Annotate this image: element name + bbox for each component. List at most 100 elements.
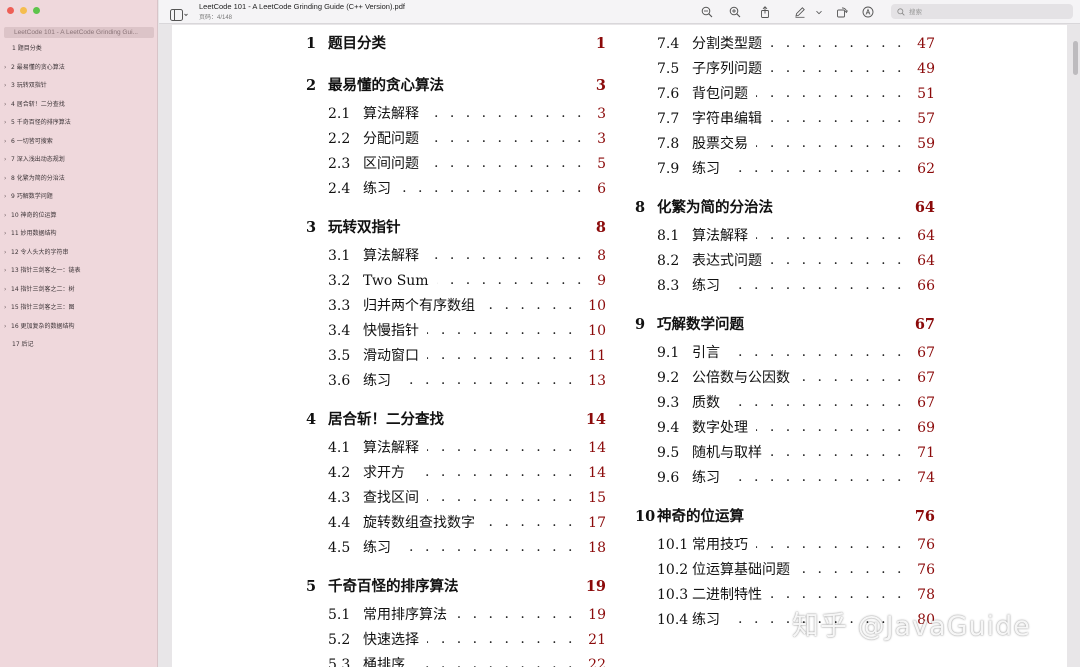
toc-section-entry[interactable]: 4.2 求开方 . . . . . . . . . . . . . . . . . …	[306, 462, 606, 484]
vertical-scrollbar[interactable]	[1073, 41, 1078, 75]
toc-page-link[interactable]: 8	[596, 217, 606, 239]
chevron-right-icon[interactable]: ›	[4, 299, 11, 318]
toc-section-entry[interactable]: 10.2位运算基础问题 . . . . . . . . . . . . . . .…	[635, 559, 935, 581]
toc-section-entry[interactable]: 2.2 分配问题 . . . . . . . . . . . . . . . . .…	[306, 128, 606, 150]
document-viewport[interactable]: 1 题目分类 1 2 最易懂的贪心算法 3 2.1 算法解释 . . . . . . . . .…	[159, 25, 1080, 667]
toc-page-link[interactable]: 10	[588, 295, 606, 317]
toc-section-entry[interactable]: 9.6 练习 . . . . . . . . . . . . . . . . . .…	[635, 467, 935, 489]
chevron-right-icon[interactable]: ›	[4, 133, 11, 152]
toc-section-entry[interactable]: 9.3 质数 . . . . . . . . . . . . . . . . . .…	[635, 392, 935, 414]
toc-section-entry[interactable]: 8.1 算法解释 . . . . . . . . . . . . . . . . .…	[635, 225, 935, 247]
toc-page-link[interactable]: 67	[917, 342, 935, 364]
toc-section-entry[interactable]: 2.1 算法解释 . . . . . . . . . . . . . . . . .…	[306, 103, 606, 125]
toc-section-entry[interactable]: 7.4 分割类型题 . . . . . . . . . . . . . . . . …	[635, 33, 935, 55]
outline-item[interactable]: › 13 指针三剑客之一：链表	[0, 262, 158, 281]
toc-section-entry[interactable]: 9.1 引言 . . . . . . . . . . . . . . . . . .…	[635, 342, 935, 364]
outline-item[interactable]: › 11 妙用数据结构	[0, 225, 158, 244]
outline-item[interactable]: › 10 神奇的位运算	[0, 207, 158, 226]
toc-section-entry[interactable]: 3.6 练习 . . . . . . . . . . . . . . . . . .…	[306, 370, 606, 392]
toc-section-entry[interactable]: 10.3二进制特性 . . . . . . . . . . . . . . . .…	[635, 584, 935, 606]
chevron-right-icon[interactable]: ›	[4, 244, 11, 263]
toc-chapter-entry[interactable]: 9 巧解数学问题 67	[635, 314, 935, 336]
toc-page-link[interactable]: 11	[588, 345, 606, 367]
toc-page-link[interactable]: 6	[597, 178, 606, 200]
toc-chapter-entry[interactable]: 5 千奇百怪的排序算法 19	[306, 576, 606, 598]
outline-item[interactable]: › 2 最易懂的贪心算法	[0, 59, 158, 78]
toc-section-entry[interactable]: 10.1常用技巧 . . . . . . . . . . . . . . . . …	[635, 534, 935, 556]
toc-chapter-entry[interactable]: 1 题目分类 1	[306, 33, 606, 55]
toc-page-link[interactable]: 1	[596, 33, 606, 55]
toc-page-link[interactable]: 3	[597, 128, 606, 150]
toc-chapter-entry[interactable]: 8 化繁为简的分治法 64	[635, 197, 935, 219]
toc-page-link[interactable]: 14	[586, 409, 606, 431]
toc-page-link[interactable]: 3	[597, 103, 606, 125]
markup-circle-icon[interactable]	[861, 5, 875, 19]
toc-chapter-entry[interactable]: 2 最易懂的贪心算法 3	[306, 75, 606, 97]
toc-section-entry[interactable]: 9.2 公倍数与公因数 . . . . . . . . . . . . . . . …	[635, 367, 935, 389]
minimize-window-button[interactable]	[20, 7, 27, 14]
toc-page-link[interactable]: 76	[915, 506, 935, 528]
outline-item[interactable]: ›1 题目分类	[0, 40, 158, 59]
toc-page-link[interactable]: 3	[596, 75, 606, 97]
outline-item[interactable]: › 15 指针三剑客之三：图	[0, 299, 158, 318]
toc-section-entry[interactable]: 7.9 练习 . . . . . . . . . . . . . . . . . .…	[635, 158, 935, 180]
toc-page-link[interactable]: 66	[917, 275, 935, 297]
toc-section-entry[interactable]: 8.2 表达式问题 . . . . . . . . . . . . . . . . …	[635, 250, 935, 272]
toc-page-link[interactable]: 67	[915, 314, 935, 336]
outline-item[interactable]: › 7 深入浅出动态规划	[0, 151, 158, 170]
toc-page-link[interactable]: 67	[917, 367, 935, 389]
maximize-window-button[interactable]	[33, 7, 40, 14]
toc-section-entry[interactable]: 4.1 算法解释 . . . . . . . . . . . . . . . . .…	[306, 437, 606, 459]
chevron-right-icon[interactable]: ›	[4, 262, 11, 281]
outline-item[interactable]: › 12 令人头大的字符串	[0, 244, 158, 263]
toc-page-link[interactable]: 21	[588, 629, 606, 651]
chevron-right-icon[interactable]: ›	[4, 281, 11, 300]
toc-section-entry[interactable]: 7.5 子序列问题 . . . . . . . . . . . . . . . . …	[635, 58, 935, 80]
toc-page-link[interactable]: 18	[588, 537, 606, 559]
zoom-out-icon[interactable]	[700, 5, 714, 19]
toc-section-entry[interactable]: 7.6 背包问题 . . . . . . . . . . . . . . . . .…	[635, 83, 935, 105]
toc-section-entry[interactable]: 4.5 练习 . . . . . . . . . . . . . . . . . .…	[306, 537, 606, 559]
share-icon[interactable]	[758, 5, 772, 19]
toc-section-entry[interactable]: 9.4 数字处理 . . . . . . . . . . . . . . . . .…	[635, 417, 935, 439]
toc-chapter-entry[interactable]: 10 神奇的位运算 76	[635, 506, 935, 528]
toc-section-entry[interactable]: 8.3 练习 . . . . . . . . . . . . . . . . . .…	[635, 275, 935, 297]
toc-section-entry[interactable]: 2.3 区间问题 . . . . . . . . . . . . . . . . .…	[306, 153, 606, 175]
toc-page-link[interactable]: 47	[917, 33, 935, 55]
toc-page-link[interactable]: 19	[588, 604, 606, 626]
toc-section-entry[interactable]: 3.3 归并两个有序数组 . . . . . . . . . . . . . . .…	[306, 295, 606, 317]
toc-section-entry[interactable]: 7.7 字符串编辑 . . . . . . . . . . . . . . . . …	[635, 108, 935, 130]
toc-section-entry[interactable]: 3.5 滑动窗口 . . . . . . . . . . . . . . . . .…	[306, 345, 606, 367]
toc-page-link[interactable]: 14	[588, 462, 606, 484]
toc-page-link[interactable]: 64	[917, 225, 935, 247]
chevron-down-icon[interactable]	[814, 5, 824, 19]
outline-item[interactable]: › 5 千奇百怪的排序算法	[0, 114, 158, 133]
toc-page-link[interactable]: 59	[917, 133, 935, 155]
toc-section-entry[interactable]: 4.4 旋转数组查找数字 . . . . . . . . . . . . . . .…	[306, 512, 606, 534]
chevron-right-icon[interactable]: ›	[4, 188, 11, 207]
toc-chapter-entry[interactable]: 4 居合斩！二分查找 14	[306, 409, 606, 431]
toc-page-link[interactable]: 5	[597, 153, 606, 175]
toc-section-entry[interactable]: 3.4 快慢指针 . . . . . . . . . . . . . . . . .…	[306, 320, 606, 342]
toc-page-link[interactable]: 9	[597, 270, 606, 292]
chevron-right-icon[interactable]: ›	[4, 318, 11, 337]
toc-page-link[interactable]: 74	[917, 467, 935, 489]
rotate-icon[interactable]	[835, 5, 849, 19]
chevron-right-icon[interactable]: ›	[4, 77, 11, 96]
toc-section-entry[interactable]: 5.2 快速选择 . . . . . . . . . . . . . . . . .…	[306, 629, 606, 651]
toc-page-link[interactable]: 17	[588, 512, 606, 534]
outline-item[interactable]: › 16 更加复杂的数据结构	[0, 318, 158, 337]
chevron-right-icon[interactable]: ›	[4, 207, 11, 226]
toc-page-link[interactable]: 76	[917, 534, 935, 556]
close-window-button[interactable]	[7, 7, 14, 14]
toc-section-entry[interactable]: 4.3 查找区间 . . . . . . . . . . . . . . . . .…	[306, 487, 606, 509]
sidebar-toggle-icon[interactable]	[170, 6, 188, 21]
toc-page-link[interactable]: 49	[917, 58, 935, 80]
toc-page-link[interactable]: 10	[588, 320, 606, 342]
toc-page-link[interactable]: 64	[917, 250, 935, 272]
toc-page-link[interactable]: 19	[586, 576, 606, 598]
chevron-right-icon[interactable]: ›	[4, 170, 11, 189]
outline-item[interactable]: › 9 巧解数学问题	[0, 188, 158, 207]
toc-page-link[interactable]: 22	[588, 654, 606, 667]
toc-page-link[interactable]: 76	[917, 559, 935, 581]
